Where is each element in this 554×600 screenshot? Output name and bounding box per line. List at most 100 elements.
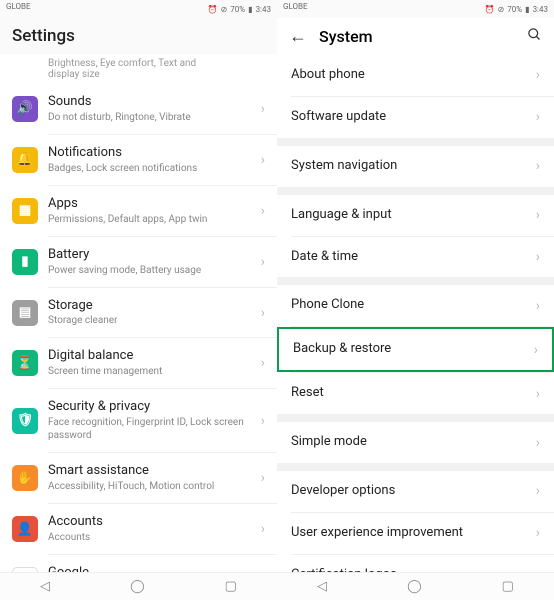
item-subtitle: Accessibility, HiTouch, Motion control [48, 480, 255, 493]
item-title: Battery [48, 247, 255, 264]
search-icon[interactable] [527, 27, 542, 46]
chevron-right-icon: › [261, 152, 265, 168]
chevron-right-icon: › [536, 207, 540, 223]
system-item-simple-mode[interactable]: Simple mode › [277, 422, 554, 463]
settings-item-digital-balance[interactable]: ⏳ Digital balance Screen time management… [0, 338, 277, 388]
nav-back[interactable]: ◁ [40, 579, 50, 594]
system-item-user-experience-improvement[interactable]: User experience improvement › [277, 513, 554, 554]
chevron-right-icon: › [261, 305, 265, 321]
item-title: Sounds [48, 94, 255, 111]
truncated-row: Brightness, Eye comfort, Text and displa… [0, 54, 277, 84]
chevron-right-icon: › [261, 355, 265, 371]
item-title: Accounts [48, 514, 255, 531]
system-item-about-phone[interactable]: About phone › [277, 55, 554, 96]
back-icon[interactable]: ← [289, 26, 307, 47]
nav-home[interactable]: ◯ [407, 579, 422, 594]
time: 3:43 [533, 5, 548, 14]
system-item-date-time[interactable]: Date & time › [277, 237, 554, 278]
item-title: Developer options [291, 483, 530, 500]
settings-item-notifications[interactable]: 🔔 Notifications Badges, Lock screen noti… [0, 135, 277, 185]
page-title: System [319, 27, 515, 46]
settings-item-apps[interactable]: ▦ Apps Permissions, Default apps, App tw… [0, 186, 277, 236]
chevron-right-icon: › [536, 525, 540, 541]
system-item-software-update[interactable]: Software update › [277, 97, 554, 138]
item-subtitle: Do not disturb, Ringtone, Vibrate [48, 111, 255, 124]
chevron-right-icon: › [536, 67, 540, 83]
settings-list[interactable]: Brightness, Eye comfort, Text and displa… [0, 54, 277, 600]
item-title: Reset [291, 385, 530, 402]
nav-recent[interactable]: ▢ [502, 579, 514, 594]
chevron-right-icon: › [536, 435, 540, 451]
status-bar: GLOBE ⏰ ⊘ 70% ▮ 3:43 [0, 0, 277, 18]
chevron-right-icon: › [261, 254, 265, 270]
time: 3:43 [256, 5, 271, 14]
nav-back[interactable]: ◁ [317, 579, 327, 594]
settings-item-battery[interactable]: ▮ Battery Power saving mode, Battery usa… [0, 237, 277, 287]
chevron-right-icon: › [536, 109, 540, 125]
item-subtitle: Power saving mode, Battery usage [48, 264, 255, 277]
storage-icon: ▤ [12, 300, 38, 326]
item-subtitle: Screen time management [48, 365, 255, 378]
system-item-system-navigation[interactable]: System navigation › [277, 146, 554, 187]
notifications-icon: 🔔 [12, 147, 38, 173]
item-title: Digital balance [48, 348, 255, 365]
item-subtitle: Permissions, Default apps, App twin [48, 213, 255, 226]
system-screen: GLOBE ⏰ ⊘ 70% ▮ 3:43 ← System About phon… [277, 0, 554, 600]
settings-item-sounds[interactable]: 🔊 Sounds Do not disturb, Ringtone, Vibra… [0, 84, 277, 134]
carrier: GLOBE [283, 2, 308, 16]
settings-item-security[interactable]: 🛡 Security & privacy Face recognition, F… [0, 389, 277, 452]
header: ← System [277, 18, 554, 55]
item-title: Apps [48, 196, 255, 213]
alarm-icon: ⏰ [208, 5, 218, 14]
digital-balance-icon: ⏳ [12, 350, 38, 376]
battery-pct: 70% [507, 5, 522, 14]
smart-assistance-icon: ✋ [12, 465, 38, 491]
item-subtitle: Badges, Lock screen notifications [48, 162, 255, 175]
chevron-right-icon: › [536, 249, 540, 265]
item-subtitle: Storage cleaner [48, 314, 255, 327]
nav-home[interactable]: ◯ [130, 579, 145, 594]
chevron-right-icon: › [536, 158, 540, 174]
battery-pct: 70% [230, 5, 245, 14]
settings-screen: GLOBE ⏰ ⊘ 70% ▮ 3:43 Settings Brightness… [0, 0, 277, 600]
settings-item-accounts[interactable]: 👤 Accounts Accounts › [0, 504, 277, 554]
alarm-icon: ⏰ [485, 5, 495, 14]
item-title: Software update [291, 109, 530, 126]
system-list[interactable]: About phone › Software update › System n… [277, 55, 554, 597]
system-item-phone-clone[interactable]: Phone Clone › [277, 285, 554, 326]
item-title: Notifications [48, 145, 255, 162]
chevron-right-icon: › [536, 386, 540, 402]
nav-recent[interactable]: ▢ [225, 579, 237, 594]
item-title: User experience improvement [291, 525, 530, 542]
dnd-icon: ⊘ [498, 5, 505, 14]
item-title: System navigation [291, 158, 530, 175]
carrier: GLOBE [6, 2, 31, 16]
system-item-backup-restore[interactable]: Backup & restore › [277, 327, 554, 372]
apps-icon: ▦ [12, 198, 38, 224]
chevron-right-icon: › [261, 470, 265, 486]
system-item-reset[interactable]: Reset › [277, 373, 554, 414]
battery-icon: ▮ [525, 5, 529, 14]
chevron-right-icon: › [534, 342, 538, 358]
item-title: Simple mode [291, 434, 530, 451]
item-title: Phone Clone [291, 297, 530, 314]
chevron-right-icon: › [261, 413, 265, 429]
item-subtitle: Face recognition, Fingerprint ID, Lock s… [48, 416, 255, 442]
chevron-right-icon: › [261, 101, 265, 117]
accounts-icon: 👤 [12, 516, 38, 542]
item-title: Smart assistance [48, 463, 255, 480]
item-title: Backup & restore [293, 341, 528, 358]
settings-item-storage[interactable]: ▤ Storage Storage cleaner › [0, 288, 277, 338]
system-item-developer-options[interactable]: Developer options › [277, 471, 554, 512]
page-title: Settings [0, 18, 277, 54]
item-title: Language & input [291, 207, 530, 224]
nav-bar: ◁ ◯ ▢ [277, 572, 554, 600]
item-title: Date & time [291, 249, 530, 266]
settings-item-smart-assistance[interactable]: ✋ Smart assistance Accessibility, HiTouc… [0, 453, 277, 503]
item-title: Storage [48, 298, 255, 315]
status-bar: GLOBE ⏰ ⊘ 70% ▮ 3:43 [277, 0, 554, 18]
system-item-language-input[interactable]: Language & input › [277, 195, 554, 236]
chevron-right-icon: › [261, 521, 265, 537]
item-subtitle: Accounts [48, 531, 255, 544]
dnd-icon: ⊘ [221, 5, 228, 14]
